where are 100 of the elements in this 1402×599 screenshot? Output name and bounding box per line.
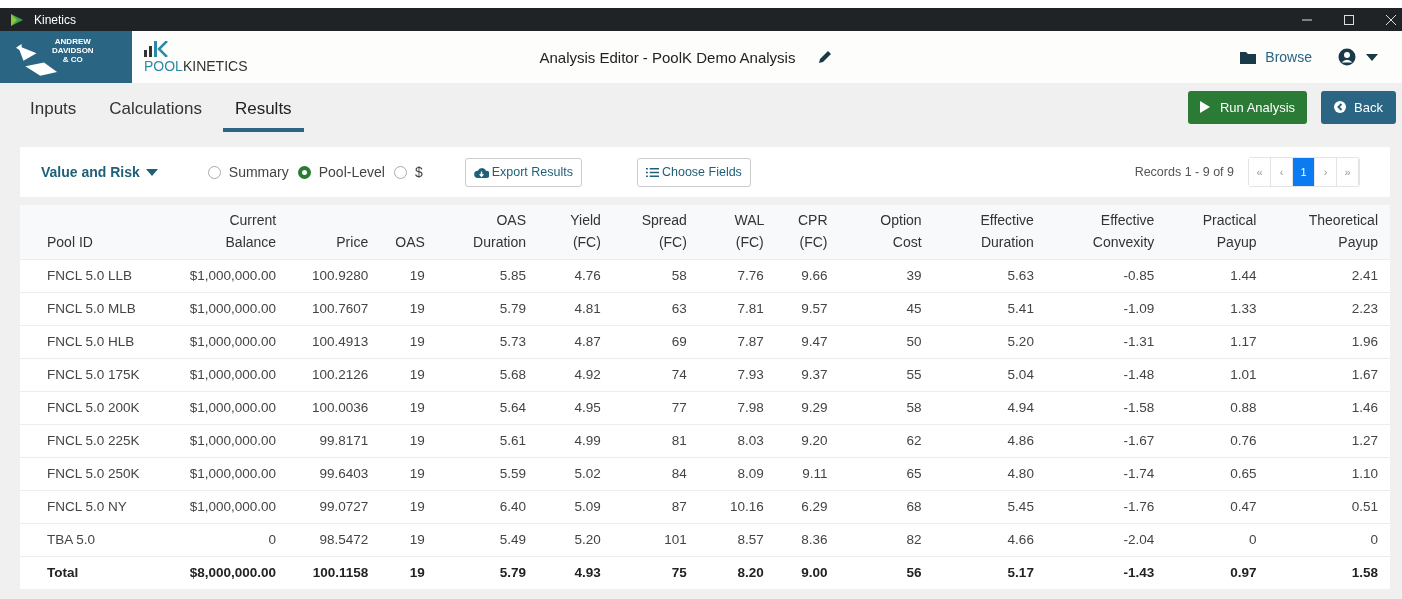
total-cell: Total [47, 565, 79, 580]
radio-option[interactable]: $ [393, 164, 423, 180]
pencil-icon[interactable] [817, 49, 834, 65]
radio-option[interactable]: Summary [207, 164, 289, 180]
tab[interactable]: Results [222, 86, 304, 132]
export-results-button[interactable]: Export Results [464, 157, 582, 187]
table-cell: FNCL 5.0 LLB [47, 268, 133, 283]
table-cell: FNCL 5.0 250K [47, 466, 140, 481]
total-cell: 8.20 [737, 565, 764, 580]
table-cell: 63 [671, 301, 687, 316]
column-header: WAL (FC) [734, 211, 764, 252]
table-cell: 5.73 [499, 334, 526, 349]
table-cell: $1,000,000.00 [189, 466, 277, 481]
tab[interactable]: Inputs [18, 86, 89, 132]
table-cell: 6.40 [499, 499, 526, 514]
table-cell: 0.76 [1230, 433, 1257, 448]
view-dropdown[interactable]: Value and Risk [41, 164, 158, 180]
total-cell: 56 [906, 565, 922, 580]
table-cell: 19 [409, 334, 425, 349]
table-cell: 4.66 [1007, 532, 1034, 547]
total-cell: 19 [409, 565, 425, 580]
table-cell: 5.20 [574, 532, 601, 547]
table-cell: FNCL 5.0 NY [47, 499, 127, 514]
table-cell: 65 [906, 466, 922, 481]
table-cell: 19 [409, 400, 425, 415]
table-cell: 0 [268, 532, 277, 547]
list-icon [645, 166, 659, 178]
table-cell: -1.74 [1123, 466, 1155, 481]
table-cell: 2.41 [1351, 268, 1378, 283]
table-cell: FNCL 5.0 MLB [47, 301, 136, 316]
table-cell: 7.81 [737, 301, 764, 316]
total-cell: 5.17 [1007, 565, 1034, 580]
table-cell: 98.5472 [319, 532, 369, 547]
table-cell: 55 [906, 367, 922, 382]
table-cell: 5.63 [1007, 268, 1034, 283]
table-cell: 4.94 [1007, 400, 1034, 415]
table-cell: 8.09 [737, 466, 764, 481]
table-cell: 74 [671, 367, 687, 382]
table-cell: 0 [1248, 532, 1257, 547]
run-analysis-button[interactable]: Run Analysis [1187, 90, 1308, 124]
page-button[interactable]: 1 [1293, 158, 1315, 186]
total-cell: $8,000,000.00 [189, 565, 277, 580]
records-count: Records 1 - 9 of 9 [1134, 165, 1234, 179]
table-cell: 84 [671, 466, 687, 481]
table-cell: 58 [906, 400, 922, 415]
table-cell: -2.04 [1123, 532, 1155, 547]
table-cell: 100.4913 [311, 334, 369, 349]
table-cell: 68 [906, 499, 922, 514]
total-cell: 5.79 [499, 565, 526, 580]
table-cell: 7.93 [737, 367, 764, 382]
total-cell: 100.1158 [312, 565, 369, 580]
column-header: Effective Duration [980, 211, 1034, 252]
table-cell: 5.02 [574, 466, 601, 481]
table-cell: 1.44 [1230, 268, 1257, 283]
table-cell: 2.23 [1351, 301, 1378, 316]
table-cell: 5.79 [499, 301, 526, 316]
table-cell: $1,000,000.00 [189, 334, 277, 349]
table-cell: 5.45 [1007, 499, 1034, 514]
maximize-icon[interactable] [1344, 14, 1354, 25]
table-cell: 62 [906, 433, 922, 448]
window-title: Kinetics [34, 12, 77, 27]
table-cell: 1.17 [1230, 334, 1257, 349]
browse-button[interactable]: Browse [1234, 48, 1318, 66]
table-cell: 19 [409, 268, 425, 283]
table-cell: 4.81 [574, 301, 601, 316]
table-cell: 19 [409, 301, 425, 316]
table-cell: 5.68 [499, 367, 526, 382]
table-cell: 4.86 [1007, 433, 1034, 448]
table-cell: 5.41 [1007, 301, 1034, 316]
table-cell: 50 [906, 334, 922, 349]
table-cell: 100.2126 [311, 367, 369, 382]
table-cell: 5.04 [1007, 367, 1034, 382]
column-header: Option Cost [880, 211, 922, 252]
play-icon [1199, 101, 1210, 113]
choose-fields-button[interactable]: Choose Fields [636, 157, 751, 187]
table-cell: 9.29 [801, 400, 828, 415]
back-icon [1334, 101, 1347, 113]
close-icon[interactable] [1386, 14, 1396, 25]
table-cell: 1.67 [1351, 367, 1378, 382]
radio-button[interactable] [297, 165, 311, 179]
table-cell: -1.09 [1123, 301, 1155, 316]
table-cell: -1.31 [1123, 334, 1155, 349]
product-logo: POOLKINETICS [144, 40, 248, 74]
table-cell: FNCL 5.0 225K [47, 433, 140, 448]
total-cell: -1.43 [1123, 565, 1155, 580]
app-icon [10, 12, 24, 27]
table-cell: 9.66 [801, 268, 828, 283]
tab[interactable]: Calculations [97, 86, 214, 132]
table-cell: 19 [409, 532, 425, 547]
radio-option[interactable]: Pool-Level [297, 164, 385, 180]
table-cell: FNCL 5.0 200K [47, 400, 140, 415]
table-cell: 4.87 [574, 334, 601, 349]
table-cell: 1.01 [1230, 367, 1257, 382]
table-cell: 39 [906, 268, 922, 283]
table-cell: -1.48 [1123, 367, 1155, 382]
table-cell: 19 [409, 499, 425, 514]
folder-icon [1240, 50, 1257, 64]
table-cell: $1,000,000.00 [189, 499, 277, 514]
back-button[interactable]: Back [1321, 90, 1396, 124]
company-logo: ANDREW DAVIDSON & CO [0, 31, 132, 83]
